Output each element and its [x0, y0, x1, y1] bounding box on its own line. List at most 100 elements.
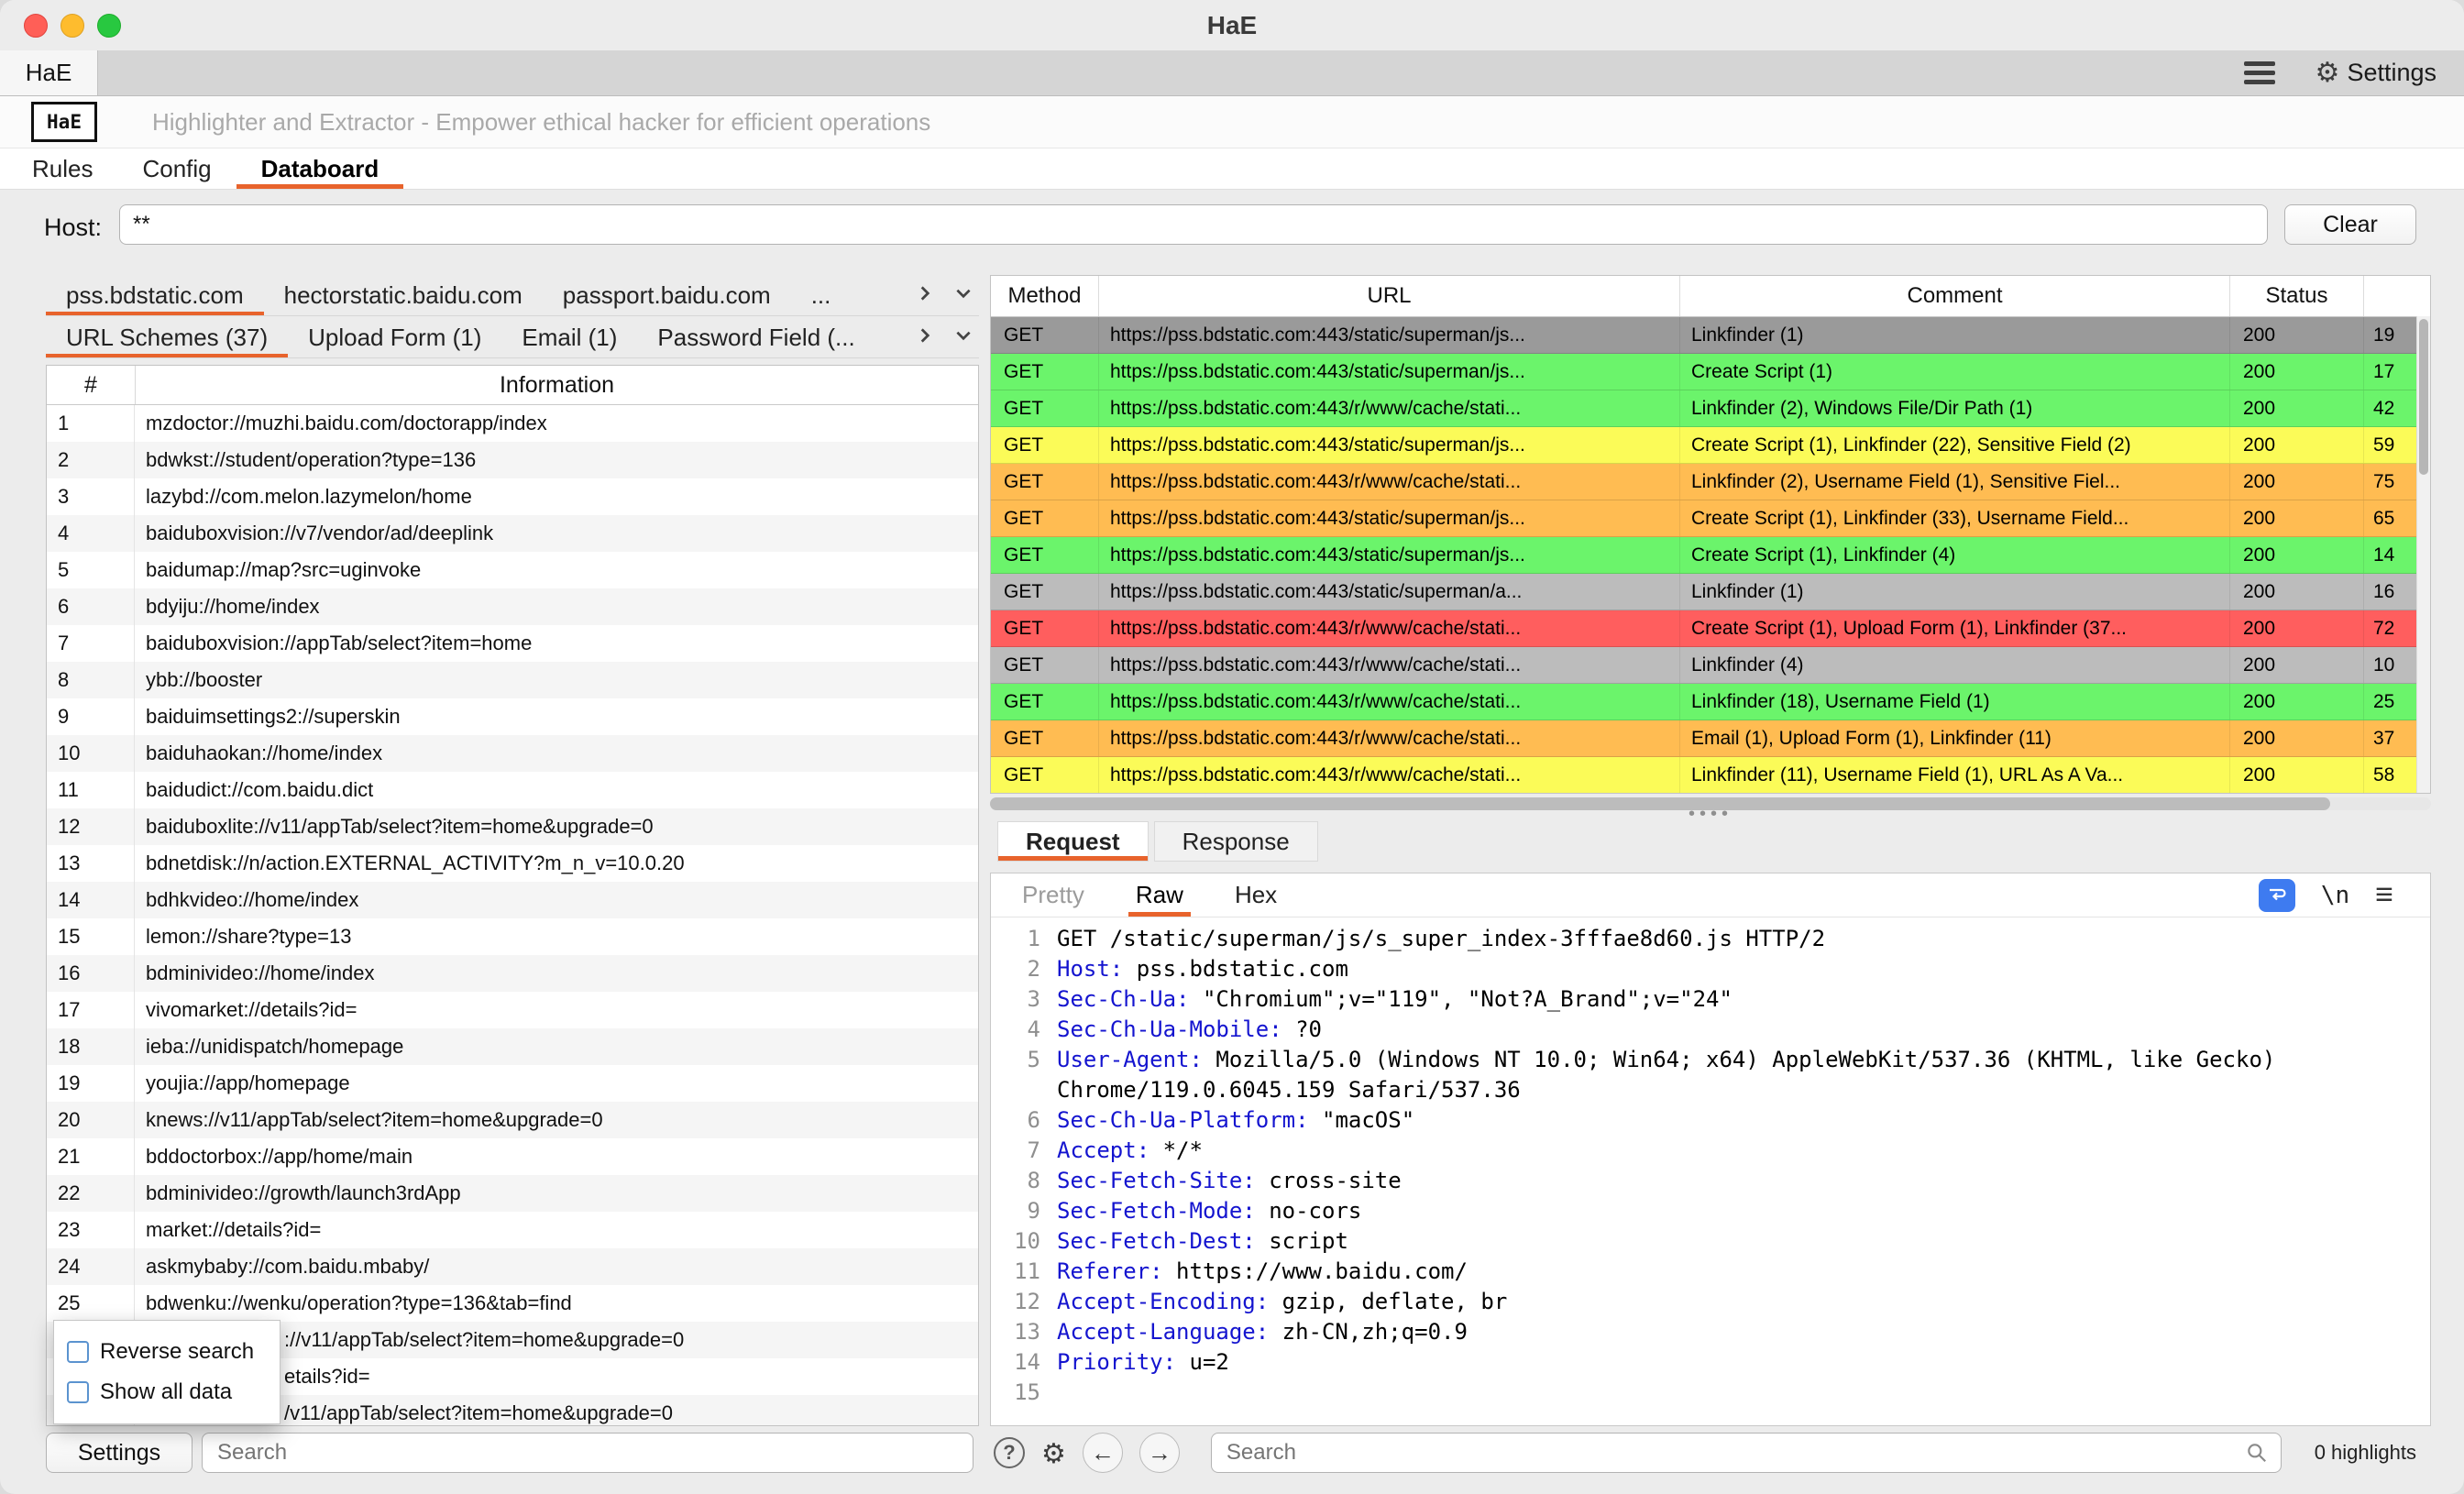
search-next-button[interactable] — [1139, 1433, 1180, 1473]
table-row[interactable]: 12baiduboxlite://v11/appTab/select?item=… — [47, 808, 978, 845]
table-row[interactable]: 22bdminivideo://growth/launch3rdApp — [47, 1175, 978, 1212]
host-tab[interactable]: passport.baidu.com — [543, 275, 791, 315]
editor-search-input[interactable] — [1211, 1433, 2282, 1473]
table-row[interactable]: 18ieba://unidispatch/homepage — [47, 1028, 978, 1065]
chevron-down-icon[interactable] — [953, 283, 974, 308]
host-tab[interactable]: pss.bdstatic.com — [46, 275, 264, 315]
type-tab[interactable]: Upload Form (1) — [288, 317, 501, 357]
http-history-row[interactable]: GEThttps://pss.bdstatic.com:443/r/www/ca… — [991, 757, 2430, 794]
table-row[interactable]: 11baidudict://com.baidu.dict — [47, 772, 978, 808]
chevron-right-icon[interactable] — [915, 283, 935, 308]
type-tab[interactable]: URL Schemes (37) — [46, 317, 288, 357]
http-history-row[interactable]: GEThttps://pss.bdstatic.com:443/r/www/ca… — [991, 684, 2430, 720]
host-label: Host: — [44, 214, 102, 242]
table-row[interactable]: 21bddoctorbox://app/home/main — [47, 1138, 978, 1175]
scrollbar-thumb[interactable] — [2419, 319, 2428, 475]
reverse-search-option[interactable]: Reverse search — [67, 1339, 267, 1365]
table-row[interactable]: 20knews://v11/appTab/select?item=home&up… — [47, 1102, 978, 1138]
row-number: 10 — [47, 735, 135, 772]
http-history-row[interactable]: GEThttps://pss.bdstatic.com:443/r/www/ca… — [991, 610, 2430, 647]
http-history-row[interactable]: GEThttps://pss.bdstatic.com:443/static/s… — [991, 574, 2430, 610]
host-tab[interactable]: hectorstatic.baidu.com — [264, 275, 543, 315]
column-header-comment[interactable]: Comment — [1680, 276, 2230, 316]
nav-tab-rules[interactable]: Rules — [7, 148, 117, 189]
hae-logo: HaE — [31, 102, 97, 142]
table-row[interactable]: 24askmybaby://com.baidu.mbaby/ — [47, 1248, 978, 1285]
table-row[interactable]: 6bdyiju://home/index — [47, 588, 978, 625]
editor-menu-icon[interactable] — [2375, 877, 2393, 913]
table-row[interactable]: 14bdhkvideo://home/index — [47, 882, 978, 918]
left-settings-button[interactable]: Settings — [46, 1433, 192, 1473]
column-header-status[interactable]: Status — [2230, 276, 2364, 316]
format-tab-pretty[interactable]: Pretty — [1015, 873, 1092, 917]
http-history-row[interactable]: GEThttps://pss.bdstatic.com:443/r/www/ca… — [991, 390, 2430, 427]
table-row[interactable]: 9baiduimsettings2://superskin — [47, 698, 978, 735]
host-tab[interactable]: ... — [791, 275, 852, 315]
table-row[interactable]: 16bdminivideo://home/index — [47, 955, 978, 992]
tab-hae[interactable]: HaE — [0, 50, 98, 95]
table-row[interactable]: 19youjia://app/homepage — [47, 1065, 978, 1102]
type-tab[interactable]: Email (1) — [501, 317, 637, 357]
show-all-data-checkbox[interactable] — [67, 1381, 89, 1403]
type-tab[interactable]: Password Field (... — [637, 317, 874, 357]
column-header-method[interactable]: Method — [991, 276, 1099, 316]
request-line: 13Accept-Language: zh-CN,zh;q=0.9 — [996, 1317, 2415, 1347]
http-history-row[interactable]: GEThttps://pss.bdstatic.com:443/static/s… — [991, 354, 2430, 390]
wrap-lines-button[interactable] — [2259, 879, 2295, 912]
http-history-row[interactable]: GEThttps://pss.bdstatic.com:443/static/s… — [991, 537, 2430, 574]
panel-splitter-handle[interactable]: •••• — [990, 807, 2431, 820]
cell-comment: Linkfinder (2), Windows File/Dir Path (1… — [1680, 390, 2230, 426]
help-icon[interactable]: ? — [994, 1437, 1025, 1468]
row-information: bdnetdisk://n/action.EXTERNAL_ACTIVITY?m… — [135, 845, 978, 882]
cell-url: https://pss.bdstatic.com:443/r/www/cache… — [1099, 390, 1680, 426]
editor-settings-icon[interactable] — [1041, 1435, 1066, 1471]
format-tab-raw[interactable]: Raw — [1128, 873, 1191, 917]
menu-icon[interactable] — [2244, 61, 2275, 84]
chevron-right-icon[interactable] — [915, 325, 935, 350]
tab-response[interactable]: Response — [1154, 821, 1318, 862]
table-row[interactable]: 4baiduboxvision://v7/vendor/ad/deeplink — [47, 515, 978, 552]
http-history-row[interactable]: GEThttps://pss.bdstatic.com:443/static/s… — [991, 500, 2430, 537]
column-header-url[interactable]: URL — [1099, 276, 1680, 316]
vertical-scrollbar[interactable] — [2416, 316, 2430, 793]
line-number: 3 — [996, 984, 1040, 1015]
column-header-information[interactable]: Information — [136, 372, 978, 399]
settings-button[interactable]: Settings — [2316, 57, 2436, 89]
host-input[interactable] — [119, 204, 2268, 245]
column-header-number[interactable]: # — [47, 366, 136, 404]
table-row[interactable]: 25bdwenku://wenku/operation?type=136&tab… — [47, 1285, 978, 1322]
cell-status: 200 — [2230, 317, 2364, 353]
table-row[interactable]: 5baidumap://map?src=uginvoke — [47, 552, 978, 588]
http-history-row[interactable]: GEThttps://pss.bdstatic.com:443/static/s… — [991, 427, 2430, 464]
request-raw-view[interactable]: 1GET /static/superman/js/s_super_index-3… — [991, 917, 2430, 1425]
table-row[interactable]: 3lazybd://com.melon.lazymelon/home — [47, 478, 978, 515]
chevron-down-icon[interactable] — [953, 325, 974, 350]
line-text — [1057, 1378, 2415, 1408]
table-row[interactable]: 10baiduhaokan://home/index — [47, 735, 978, 772]
tab-request[interactable]: Request — [997, 821, 1149, 862]
nav-tab-databoard[interactable]: Databoard — [236, 148, 404, 189]
nav-tab-config[interactable]: Config — [117, 148, 236, 189]
clear-button[interactable]: Clear — [2284, 204, 2416, 245]
reverse-search-checkbox[interactable] — [67, 1341, 89, 1363]
table-row[interactable]: 13bdnetdisk://n/action.EXTERNAL_ACTIVITY… — [47, 845, 978, 882]
line-number: 1 — [996, 924, 1040, 954]
http-history-row[interactable]: GEThttps://pss.bdstatic.com:443/r/www/ca… — [991, 647, 2430, 684]
left-search-input[interactable] — [202, 1433, 974, 1473]
show-newlines-button[interactable]: \n — [2321, 882, 2349, 909]
http-history-row[interactable]: GEThttps://pss.bdstatic.com:443/static/s… — [991, 317, 2430, 354]
table-row[interactable]: 8ybb://booster — [47, 662, 978, 698]
table-row[interactable]: 15lemon://share?type=13 — [47, 918, 978, 955]
table-row[interactable]: 7baiduboxvision://appTab/select?item=hom… — [47, 625, 978, 662]
table-row[interactable]: 1mzdoctor://muzhi.baidu.com/doctorapp/in… — [47, 405, 978, 442]
cell-status: 200 — [2230, 354, 2364, 390]
search-prev-button[interactable] — [1083, 1433, 1123, 1473]
table-row[interactable]: 2bdwkst://student/operation?type=136 — [47, 442, 978, 478]
table-row[interactable]: 23market://details?id= — [47, 1212, 978, 1248]
show-all-data-option[interactable]: Show all data — [67, 1379, 267, 1405]
http-history-row[interactable]: GEThttps://pss.bdstatic.com:443/r/www/ca… — [991, 464, 2430, 500]
http-history-row[interactable]: GEThttps://pss.bdstatic.com:443/r/www/ca… — [991, 720, 2430, 757]
column-header-extra[interactable] — [2364, 276, 2430, 316]
table-row[interactable]: 17vivomarket://details?id= — [47, 992, 978, 1028]
format-tab-hex[interactable]: Hex — [1227, 873, 1284, 917]
